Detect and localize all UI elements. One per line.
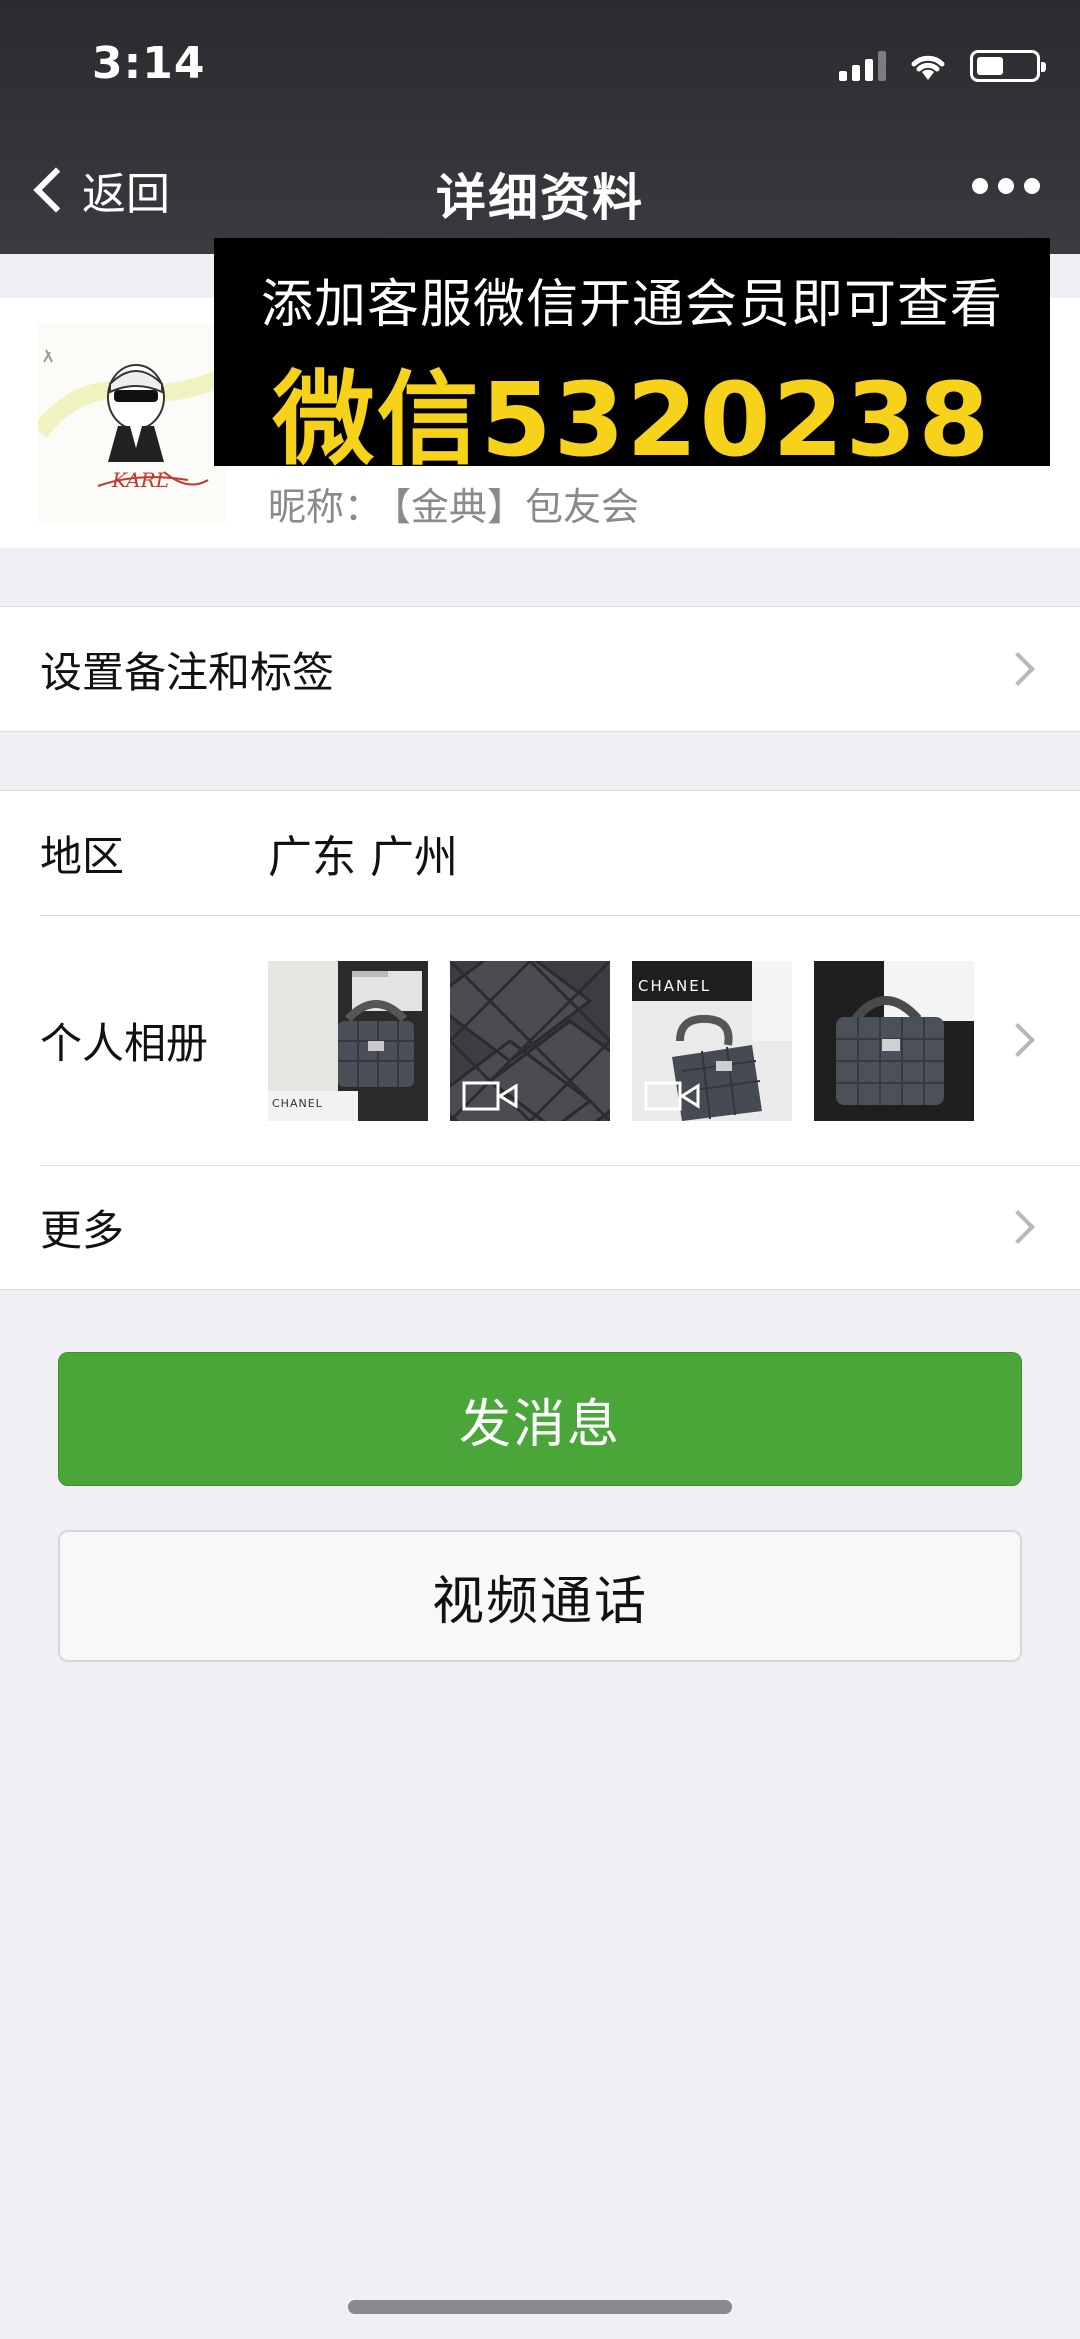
chevron-right-icon <box>1001 1210 1035 1244</box>
more-row[interactable]: 更多 <box>0 1165 1080 1289</box>
album-thumbnail-video[interactable] <box>450 961 610 1121</box>
video-icon <box>462 1081 518 1111</box>
more-label: 更多 <box>40 1205 125 1255</box>
region-row: 地区 广东 广州 <box>0 791 1080 915</box>
send-message-button[interactable]: 发消息 <box>58 1352 1022 1486</box>
status-time: 3:14 <box>92 38 206 89</box>
ad-text-line1: 添加客服微信开通会员即可查看 <box>260 275 1003 335</box>
remark-group: 设置备注和标签 <box>0 606 1080 732</box>
info-group: 地区 广东 广州 个人相册 CHANEL CHANEL 更多 <box>0 790 1080 1290</box>
nickname-value: 【金典】包友会 <box>392 485 640 529</box>
album-thumbnail-video[interactable]: CHANEL <box>632 961 792 1121</box>
avatar-caption: KARL <box>112 468 169 492</box>
battery-icon <box>970 50 1046 82</box>
ad-overlay-banner: 添加客服微信开通会员即可查看 微信5320238 <box>214 238 1050 480</box>
video-icon <box>644 1081 700 1111</box>
album-label: 个人相册 <box>40 1018 209 1068</box>
top-bar: 3:14 返回 详细资料 <box>0 0 1080 254</box>
region-label: 地区 <box>40 831 125 881</box>
album-thumbnails: CHANEL CHANEL <box>268 961 974 1121</box>
wifi-icon <box>911 55 945 80</box>
home-indicator[interactable] <box>348 2300 732 2314</box>
video-call-button[interactable]: 视频通话 <box>58 1530 1022 1662</box>
region-value: 广东 广州 <box>268 832 458 883</box>
chevron-right-icon <box>1001 652 1035 686</box>
album-thumbnail[interactable] <box>814 961 974 1121</box>
nickname-label: 昵称： <box>268 485 383 529</box>
more-options-button[interactable] <box>972 178 1040 194</box>
remark-tags-label: 设置备注和标签 <box>40 647 335 697</box>
album-thumbnail[interactable]: CHANEL <box>268 961 428 1121</box>
thumbnail-brand-text: CHANEL <box>638 977 712 995</box>
cellular-signal-icon <box>839 51 886 81</box>
ad-text-line2: 微信5320238 <box>272 361 992 480</box>
thumbnail-brand-text: CHANEL <box>272 1097 323 1110</box>
avatar[interactable]: KARL <box>38 322 226 522</box>
remark-tags-row[interactable]: 设置备注和标签 <box>0 607 1080 731</box>
album-row[interactable]: 个人相册 CHANEL CHANEL <box>0 915 1080 1165</box>
chevron-right-icon <box>1001 1023 1035 1057</box>
avatar-sketch-image <box>38 322 226 522</box>
status-icons <box>839 48 1046 84</box>
page-title: 详细资料 <box>436 169 644 227</box>
